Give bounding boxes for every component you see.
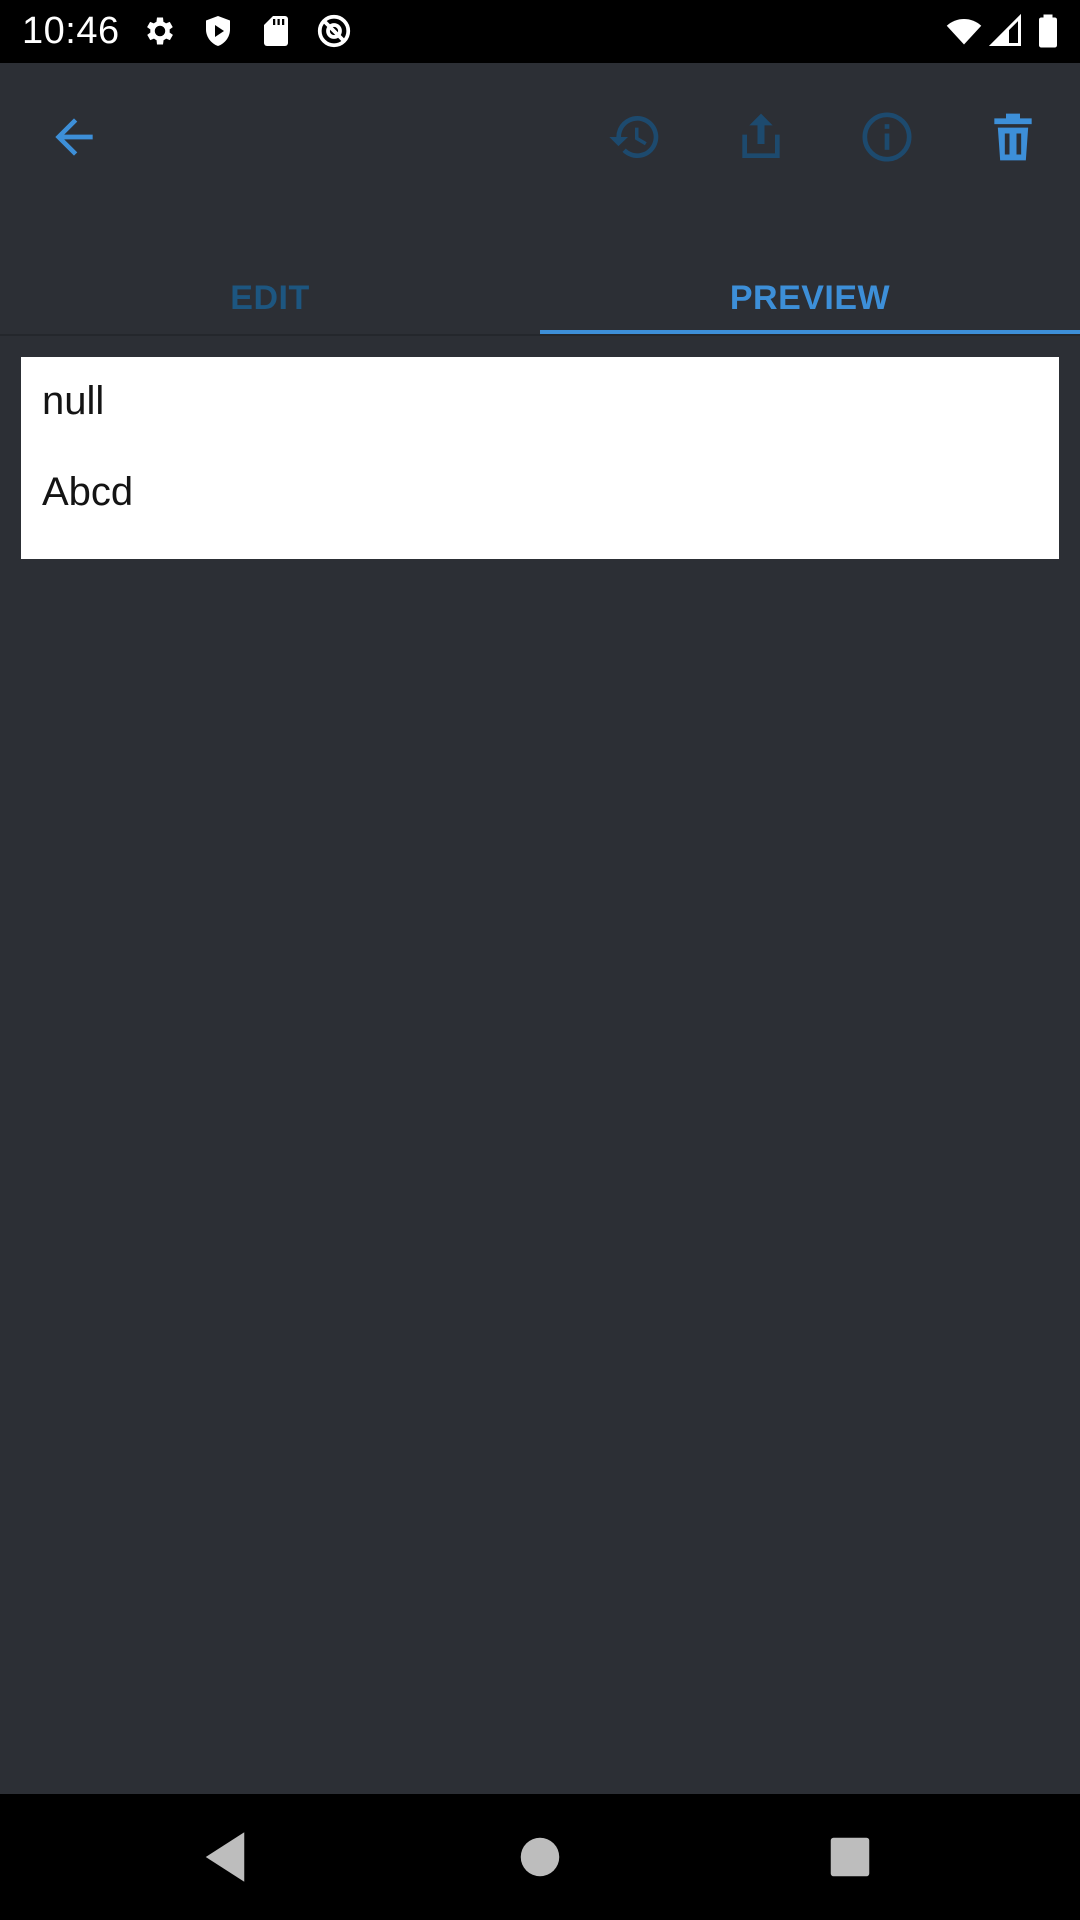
preview-line-2: Abcd <box>42 470 134 514</box>
share-icon[interactable] <box>725 101 797 173</box>
shield-play-icon <box>200 13 236 49</box>
battery-icon <box>1034 13 1062 49</box>
delete-icon[interactable] <box>977 101 1049 173</box>
tab-edit[interactable]: EDIT <box>0 263 540 333</box>
signal-icon <box>988 13 1024 49</box>
preview-line-1: null <box>42 379 105 423</box>
settings-icon <box>142 13 178 49</box>
preview-card: null Abcd <box>21 357 1059 559</box>
status-bar: 10:46 <box>0 0 1080 63</box>
history-icon[interactable] <box>599 101 671 173</box>
navigation-bar <box>0 1794 1080 1920</box>
info-icon[interactable] <box>851 101 923 173</box>
home-icon[interactable] <box>507 1824 573 1890</box>
back-arrow-icon[interactable] <box>38 101 110 173</box>
tab-divider <box>0 334 1080 336</box>
status-time: 10:46 <box>22 10 120 52</box>
at-sign-icon <box>316 13 352 49</box>
back-icon[interactable] <box>192 1824 258 1890</box>
wifi-icon <box>944 13 984 49</box>
recents-icon[interactable] <box>817 1824 883 1890</box>
sd-card-icon <box>258 13 294 49</box>
tab-preview[interactable]: PREVIEW <box>540 263 1080 333</box>
app-bar: EDIT PREVIEW <box>0 63 1080 317</box>
